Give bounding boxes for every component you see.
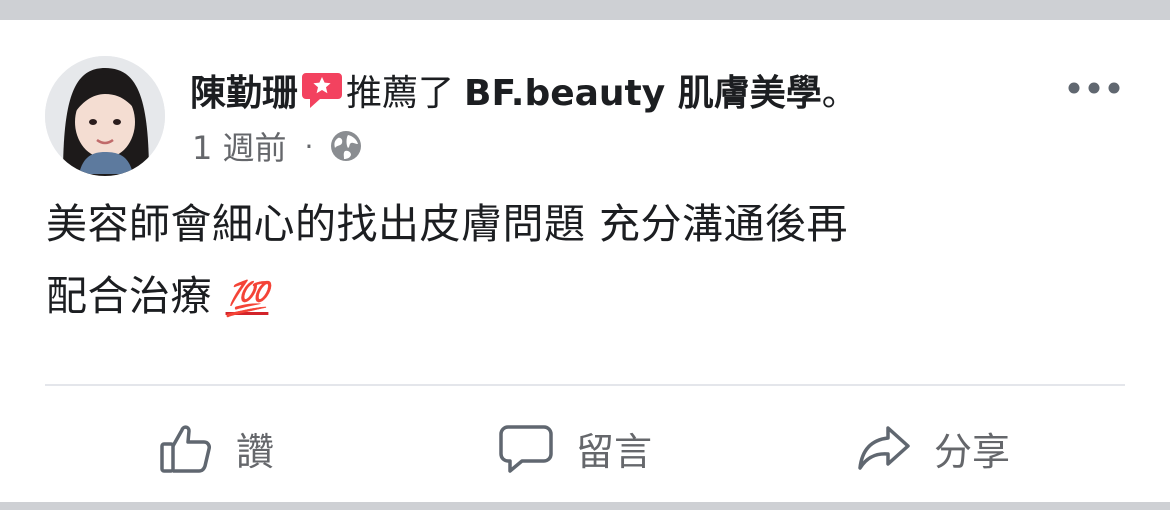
- feed-separator-top: [0, 0, 1170, 20]
- share-arrow-icon: [856, 420, 912, 476]
- meta-separator: ·: [304, 129, 314, 163]
- post-text-line: 美容師會細心的找出皮膚問題 充分溝通後再: [46, 200, 849, 248]
- post-meta: 1 週前 ·: [192, 124, 363, 168]
- more-options-button[interactable]: [1062, 68, 1126, 108]
- post-text-segment: 配合治療: [46, 272, 212, 320]
- recommend-icon: [300, 69, 344, 111]
- comment-button[interactable]: 留言: [498, 416, 652, 480]
- post-body: 美容師會細心的找出皮膚問題 充分溝通後再 配合治療 💯: [46, 188, 1126, 335]
- more-horizontal-icon: [1068, 82, 1120, 94]
- like-label: 讚: [236, 429, 275, 474]
- end-punctuation: 。: [821, 73, 858, 114]
- like-button[interactable]: 讚: [158, 416, 274, 480]
- feed-separator-bottom: [0, 502, 1170, 510]
- divider: [45, 384, 1125, 386]
- share-button[interactable]: 分享: [856, 416, 1010, 480]
- post-text-line: 配合治療 💯: [46, 260, 1126, 335]
- thumbs-up-icon: [158, 420, 214, 476]
- share-label: 分享: [934, 429, 1011, 474]
- author-name[interactable]: 陳勤珊: [190, 64, 298, 116]
- page-name-link[interactable]: BF.beauty 肌膚美學: [464, 64, 822, 116]
- recommend-action-text: 推薦了: [346, 73, 455, 114]
- post-timestamp[interactable]: 1 週前: [192, 123, 287, 169]
- post-header-line: 陳勤珊 推薦了 BF.beauty 肌膚美學 。: [190, 66, 858, 114]
- comment-bubble-icon: [498, 420, 554, 476]
- avatar[interactable]: [45, 56, 165, 176]
- globe-icon: [329, 129, 363, 163]
- comment-label: 留言: [576, 429, 653, 474]
- hundred-points-emoji: 💯: [225, 279, 269, 319]
